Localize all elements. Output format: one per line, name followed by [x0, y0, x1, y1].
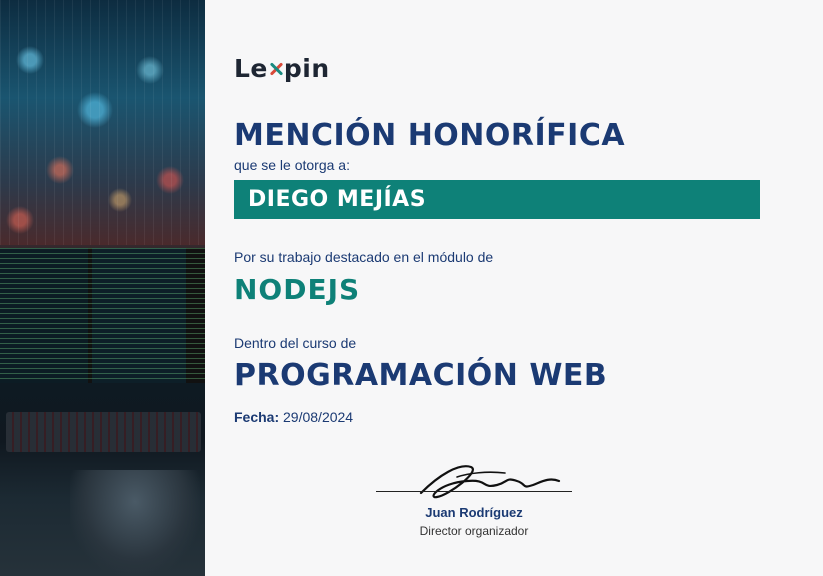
date-line: Fecha: 29/08/2024 — [234, 409, 353, 425]
certificate-title: MENCIÓN HONORÍFICA — [234, 118, 626, 153]
certificate-content: Le pin MENCIÓN HONORÍFICA que se le otorg… — [234, 0, 823, 576]
course-name: PROGRAMACIÓN WEB — [234, 358, 608, 393]
workstation-photo — [0, 0, 205, 576]
recipient-name: DIEGO MEJÍAS — [248, 187, 427, 212]
logo-text-right: pin — [283, 54, 330, 83]
course-label: Dentro del curso de — [234, 335, 357, 351]
date-value: 29/08/2024 — [283, 409, 354, 425]
x-mark-icon — [269, 59, 283, 79]
chair — [70, 470, 200, 576]
logo-text-left: Le — [234, 54, 268, 83]
date-label: Fecha: — [234, 409, 280, 425]
signature — [419, 465, 561, 499]
recipient-banner: DIEGO MEJÍAS — [234, 180, 760, 219]
signature-line — [376, 491, 572, 492]
signer-name: Juan Rodríguez — [425, 505, 523, 520]
brand-logo: Le pin — [234, 54, 330, 83]
certificate-subtitle: que se le otorga a: — [234, 157, 350, 173]
signer-role: Director organizador — [419, 524, 529, 538]
module-label: Por su trabajo destacado en el módulo de — [234, 249, 494, 265]
module-name: NODEJS — [234, 273, 361, 306]
keyboard — [6, 412, 201, 452]
monitors — [0, 248, 205, 383]
rain-overlay — [0, 0, 205, 245]
